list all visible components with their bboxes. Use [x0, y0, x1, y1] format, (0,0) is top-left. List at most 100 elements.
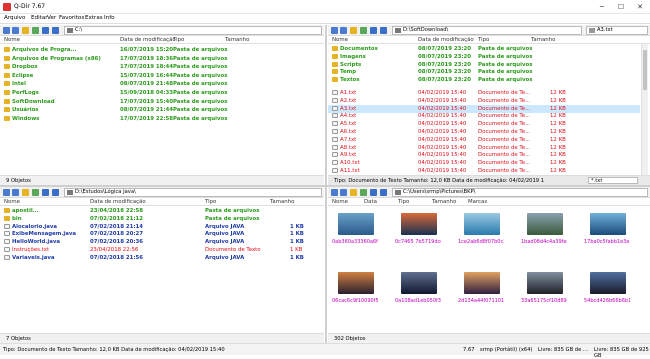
folder-up-icon[interactable] [350, 27, 357, 34]
dropdown-icon[interactable] [380, 189, 387, 196]
list-item[interactable]: A3.txt 04/02/2019 15:40 Documento de Te...… [328, 104, 640, 113]
image-thumbnail[interactable] [527, 272, 563, 294]
list-item[interactable]: Instruções.txt 23/04/2018 22:56 Documento … [0, 246, 324, 254]
image-thumbnail[interactable] [338, 213, 374, 235]
list-item[interactable]: A9.txt 04/02/2019 15:40 Documento de Te...… [328, 151, 640, 159]
col-size[interactable]: Tamanho [432, 199, 456, 205]
list-item[interactable]: Dropbox 17/07/2019 18:44 Pasta de arquivos [0, 63, 324, 71]
folder-up-icon[interactable] [22, 189, 29, 196]
filter-icon[interactable] [42, 27, 49, 34]
menu-info[interactable]: Info [104, 15, 115, 21]
thumbnail-caption[interactable]: 0c7465 7b5719dcdee... [395, 239, 441, 245]
image-thumbnail[interactable] [401, 272, 437, 294]
list-item[interactable]: PerfLogs 15/09/2018 04:33 Pasta de arquivo… [0, 89, 324, 97]
address-bar[interactable]: C:\Users\srmp\Pictures\BKP\ [392, 188, 648, 197]
list-item[interactable]: Textos 08/07/2019 23:20 Pasta de arquivos [328, 76, 650, 84]
col-tags[interactable]: Marcas [468, 199, 487, 205]
list-item[interactable]: Documentos 08/07/2019 23:20 Pasta de arqui… [328, 45, 650, 53]
image-thumbnail[interactable] [590, 272, 626, 294]
thumbnail-caption[interactable]: 06cac6c9f10090f5d6c... [332, 298, 378, 304]
thumbnail-caption[interactable]: 1bad08d4c4a39fecde... [521, 239, 567, 245]
minimize-button[interactable]: ─ [592, 0, 612, 14]
list-item[interactable]: A8.txt 04/02/2019 15:40 Documento de Te...… [328, 144, 640, 152]
list-item[interactable]: Variaveis.java 07/02/2018 21:56 Arquivo JA… [0, 254, 324, 262]
back-icon[interactable] [331, 189, 338, 196]
view-icon[interactable] [32, 27, 39, 34]
list-item[interactable]: A7.txt 04/02/2019 15:40 Documento de Te...… [328, 136, 640, 144]
thumbnail-caption[interactable]: 33a65175cf10d897... [521, 298, 567, 304]
image-thumbnail[interactable] [401, 213, 437, 235]
forward-icon[interactable] [12, 189, 19, 196]
col-name[interactable]: Nome [332, 37, 348, 43]
col-type[interactable]: Tipo [398, 199, 409, 205]
col-date[interactable]: Data de modificação [418, 37, 474, 43]
col-type[interactable]: Tipo [173, 37, 184, 43]
back-icon[interactable] [3, 189, 10, 196]
filter-icon[interactable] [42, 189, 49, 196]
col-type[interactable]: Tipo [478, 37, 489, 43]
thumbnail-caption[interactable]: 54bcd426b66b6b1... [584, 298, 630, 304]
list-item[interactable]: Temp 08/07/2019 23:20 Pasta de arquivos [328, 68, 650, 76]
search-input[interactable]: *.txt [588, 177, 638, 184]
address-bar[interactable]: C:\ [64, 26, 322, 35]
list-item[interactable]: Windows 17/07/2019 22:58 Pasta de arquivos [0, 115, 324, 123]
forward-icon[interactable] [12, 27, 19, 34]
col-name[interactable]: Nome [4, 37, 20, 43]
thumbnail-caption[interactable]: 0ab360a33360a6f7b... [332, 239, 378, 245]
list-item[interactable]: Arquivos de Programas (x86) 17/07/2019 18… [0, 55, 324, 63]
list-item[interactable]: A1.txt 04/02/2019 15:40 Documento de Te...… [328, 89, 640, 97]
image-thumbnail[interactable] [527, 213, 563, 235]
list-item[interactable]: Arquivos de Progra... 16/07/2019 15:20 Pas… [0, 46, 324, 54]
list-item[interactable]: ExibeMensagem.java 07/02/2018 20:27 Arquiv… [0, 230, 324, 238]
vertical-splitter[interactable] [325, 187, 327, 343]
filter-icon[interactable] [370, 189, 377, 196]
menu-extras[interactable]: Extras [85, 15, 103, 21]
thumbnail-caption[interactable]: 1ce2ab6d8f07b0c2e... [458, 239, 504, 245]
menu-editar[interactable]: Editar [31, 15, 48, 21]
list-item[interactable]: bin 07/02/2018 21:12 Pasta de arquivos [0, 215, 324, 223]
col-type[interactable]: Tipo [205, 199, 216, 205]
list-item[interactable]: Imagens 08/07/2019 23:20 Pasta de arquivos [328, 53, 650, 61]
folder-up-icon[interactable] [350, 189, 357, 196]
list-item[interactable]: Eclipse 15/07/2019 16:44 Pasta de arquivos [0, 72, 324, 80]
scrollbar[interactable] [641, 44, 648, 175]
list-item[interactable]: A2.txt 04/02/2019 15:40 Documento de Te...… [328, 97, 640, 105]
back-icon[interactable] [3, 27, 10, 34]
view-icon[interactable] [32, 189, 39, 196]
thumbnail-caption[interactable]: 2d134a44f071101cde... [458, 298, 504, 304]
file-tab[interactable]: A3.txt [586, 26, 648, 35]
thumbnail-caption[interactable]: 0a108ad1eb050f367... [395, 298, 441, 304]
col-size[interactable]: Tamanho [225, 37, 249, 43]
image-thumbnail[interactable] [590, 213, 626, 235]
col-date[interactable]: Data de modificação [120, 37, 176, 43]
col-name[interactable]: Nome [332, 199, 348, 205]
dropdown-icon[interactable] [52, 27, 59, 34]
menu-arquivo[interactable]: Arquivo [4, 15, 25, 21]
dropdown-icon[interactable] [380, 27, 387, 34]
vertical-splitter[interactable] [325, 25, 327, 185]
list-item[interactable]: A4.txt 04/02/2019 15:40 Documento de Te...… [328, 112, 640, 120]
view-icon[interactable] [360, 189, 367, 196]
col-size[interactable]: Tamanho [531, 37, 555, 43]
col-size[interactable]: Tamanho [270, 199, 294, 205]
list-item[interactable]: A11.txt 04/02/2019 15:40 Documento de Te..… [328, 167, 640, 175]
image-thumbnail[interactable] [464, 213, 500, 235]
list-item[interactable]: Usuários 08/07/2019 21:44 Pasta de arquivo… [0, 106, 324, 114]
dropdown-icon[interactable] [52, 189, 59, 196]
list-item[interactable]: A5.txt 04/02/2019 15:40 Documento de Te...… [328, 120, 640, 128]
forward-icon[interactable] [340, 189, 347, 196]
list-item[interactable]: A10.txt 04/02/2019 15:40 Documento de Te..… [328, 159, 640, 167]
list-item[interactable]: Alocalorio.java 07/02/2018 21:14 Arquivo J… [0, 223, 324, 231]
forward-icon[interactable] [340, 27, 347, 34]
address-bar[interactable]: D:\Estudos\Lógica Java\ [64, 188, 322, 197]
maximize-button[interactable]: ☐ [611, 0, 631, 14]
menu-favoritos[interactable]: Favoritos [59, 15, 84, 21]
address-bar[interactable]: D:\SoftDownload\ [392, 26, 582, 35]
back-icon[interactable] [331, 27, 338, 34]
list-item[interactable]: SoftDownload 17/07/2019 15:40 Pasta de arq… [0, 98, 324, 106]
thumbnail-caption[interactable]: 17ba0c5fabb1e3e127... [584, 239, 630, 245]
list-item[interactable]: Intel 08/07/2019 21:48 Pasta de arquivos [0, 80, 324, 88]
folder-up-icon[interactable] [22, 27, 29, 34]
close-button[interactable]: ✕ [630, 0, 650, 14]
menu-ver[interactable]: Ver [47, 15, 56, 21]
